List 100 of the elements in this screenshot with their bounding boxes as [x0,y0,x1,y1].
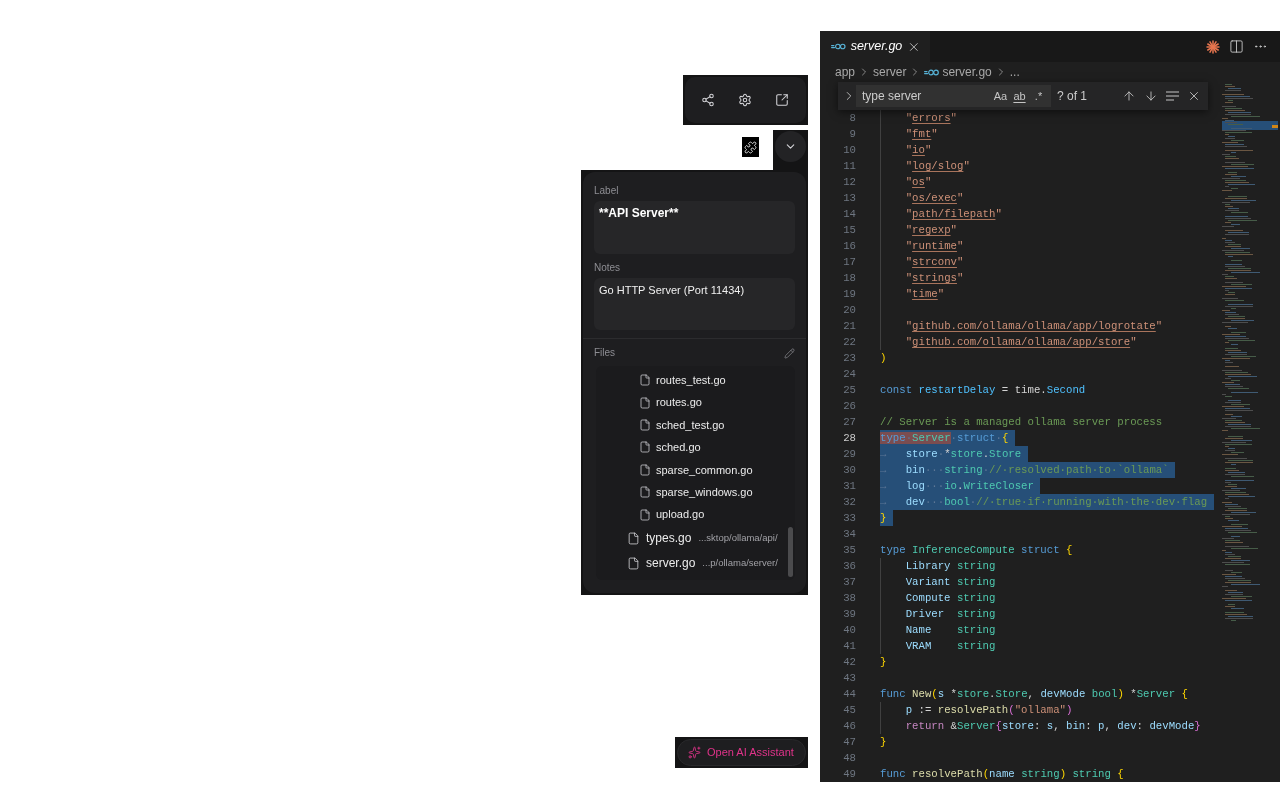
file-name[interactable]: sparse_windows.go [656,483,753,501]
code-line: const restartDelay = time.Second [880,383,1086,398]
line-number: 29 [842,447,856,462]
code-line: "github.com/ollama/ollama/app/logrotate" [905,319,1163,334]
starburst-icon[interactable] [1206,39,1220,54]
line-number: 19 [842,287,856,302]
find-field[interactable]: type server Aa ab .* [856,85,1051,107]
code-line: "strconv" [905,255,964,270]
minimap-drawing[interactable] [1222,82,1278,622]
code-line: Name string [905,623,996,638]
code-line: Driver string [905,607,996,622]
code-line: ) [880,351,887,366]
code-line: } [880,735,887,750]
file-icon [627,556,640,570]
line-number: 49 [842,767,856,782]
label-field[interactable]: **API Server** [594,201,795,254]
match-count: ? of 1 [1057,88,1088,105]
line-number: 10 [842,143,856,158]
line-number: 33 [842,511,856,526]
line-number: 45 [842,703,856,718]
code-line: "log/slog" [905,159,970,174]
line-number: 23 [842,351,856,366]
line-number: 12 [842,175,856,190]
code-line: "errors" [905,111,957,126]
notes-field[interactable]: Go HTTP Server (Port 11434) [594,278,795,330]
line-number: 46 [842,719,856,734]
line-number: 40 [842,623,856,638]
code-line: type InferenceCompute struct { [880,543,1073,558]
file-name[interactable]: sched.go [656,439,701,456]
line-number: 22 [842,335,856,350]
arrow-down-icon[interactable] [1144,89,1158,103]
file-name[interactable]: upload.go [656,506,705,523]
search-option-toggle[interactable]: Aa [991,87,1010,105]
code-line: VRAM string [905,639,996,654]
file-icon [639,441,651,454]
code-line: Library string [905,559,996,574]
breadcrumb-item[interactable]: server [873,63,907,81]
line-number: 18 [842,271,856,286]
share-icon[interactable] [701,93,715,107]
file-icon [639,486,651,499]
breadcrumb-item[interactable]: ... [1009,63,1020,81]
external-link-icon[interactable] [775,93,789,107]
line-number: 28 [842,431,856,446]
line-number: 38 [842,591,856,606]
code-line: p := resolvePath("ollama") [905,703,1073,718]
code-line: "time" [905,287,945,302]
line-number: 24 [842,367,856,382]
line-number: 15 [842,223,856,238]
search-option-toggle[interactable]: .* [1029,87,1048,105]
file-icon [639,418,651,431]
file-icon [639,508,651,521]
line-number: 37 [842,575,856,590]
line-number: 9 [848,127,856,142]
code-line: // Server is a managed ollama server process [880,415,1163,430]
puzzle-icon[interactable] [742,137,759,157]
line-number: 13 [842,191,856,206]
split-editor-icon[interactable] [1229,39,1244,54]
text-lines-icon[interactable] [1166,91,1179,101]
scrollbar-thumb[interactable] [788,527,793,577]
line-number: 26 [842,399,856,414]
code-line: func resolvePath(name string) string { [880,767,1124,782]
pencil-icon[interactable] [784,347,795,359]
search-option-toggle[interactable]: ab [1010,87,1029,105]
assistant-button[interactable]: Open AI Assistant [675,737,808,768]
line-number: 25 [842,383,856,398]
line-number: 8 [848,111,856,126]
file-name[interactable]: sparse_common.go [656,461,753,478]
line-number: 41 [842,639,856,654]
line-number: 31 [842,479,856,494]
file-icon [639,374,651,387]
line-number: 27 [842,415,856,430]
breadcrumb-item[interactable]: app [835,63,856,81]
code-line: "io" [905,143,932,158]
code-line: "path/filepath" [905,207,1002,222]
file-icon [639,463,651,476]
file-name[interactable]: server.go [646,554,696,573]
code-line: "strings" [905,271,964,286]
line-number: 16 [842,239,856,254]
line-number: 42 [842,655,856,670]
line-number: 17 [842,255,856,270]
editor-tab[interactable]: server.go [820,31,930,62]
arrow-up-icon[interactable] [1122,89,1136,103]
close-icon[interactable] [1187,89,1201,103]
line-number: 36 [842,559,856,574]
file-name[interactable]: types.go [646,529,692,548]
breadcrumb-item[interactable]: server.go [924,63,992,81]
file-icon [639,396,651,409]
file-name[interactable]: routes.go [656,394,702,411]
file-name[interactable]: routes_test.go [656,371,726,389]
line-number: 20 [842,303,856,318]
settings-icon[interactable] [738,93,752,107]
file-name[interactable]: sched_test.go [656,416,725,434]
line-number: 47 [842,735,856,750]
field-label: Files [594,347,616,359]
file-path: ...p/ollama/server/ [702,556,778,571]
code-line: return &Server{store: s, bin: p, dev: devMode} [905,719,1201,734]
file-type-icon [831,43,846,50]
line-number: 44 [842,687,856,702]
code-line: "regexp" [905,223,957,238]
file-icon [627,531,640,545]
